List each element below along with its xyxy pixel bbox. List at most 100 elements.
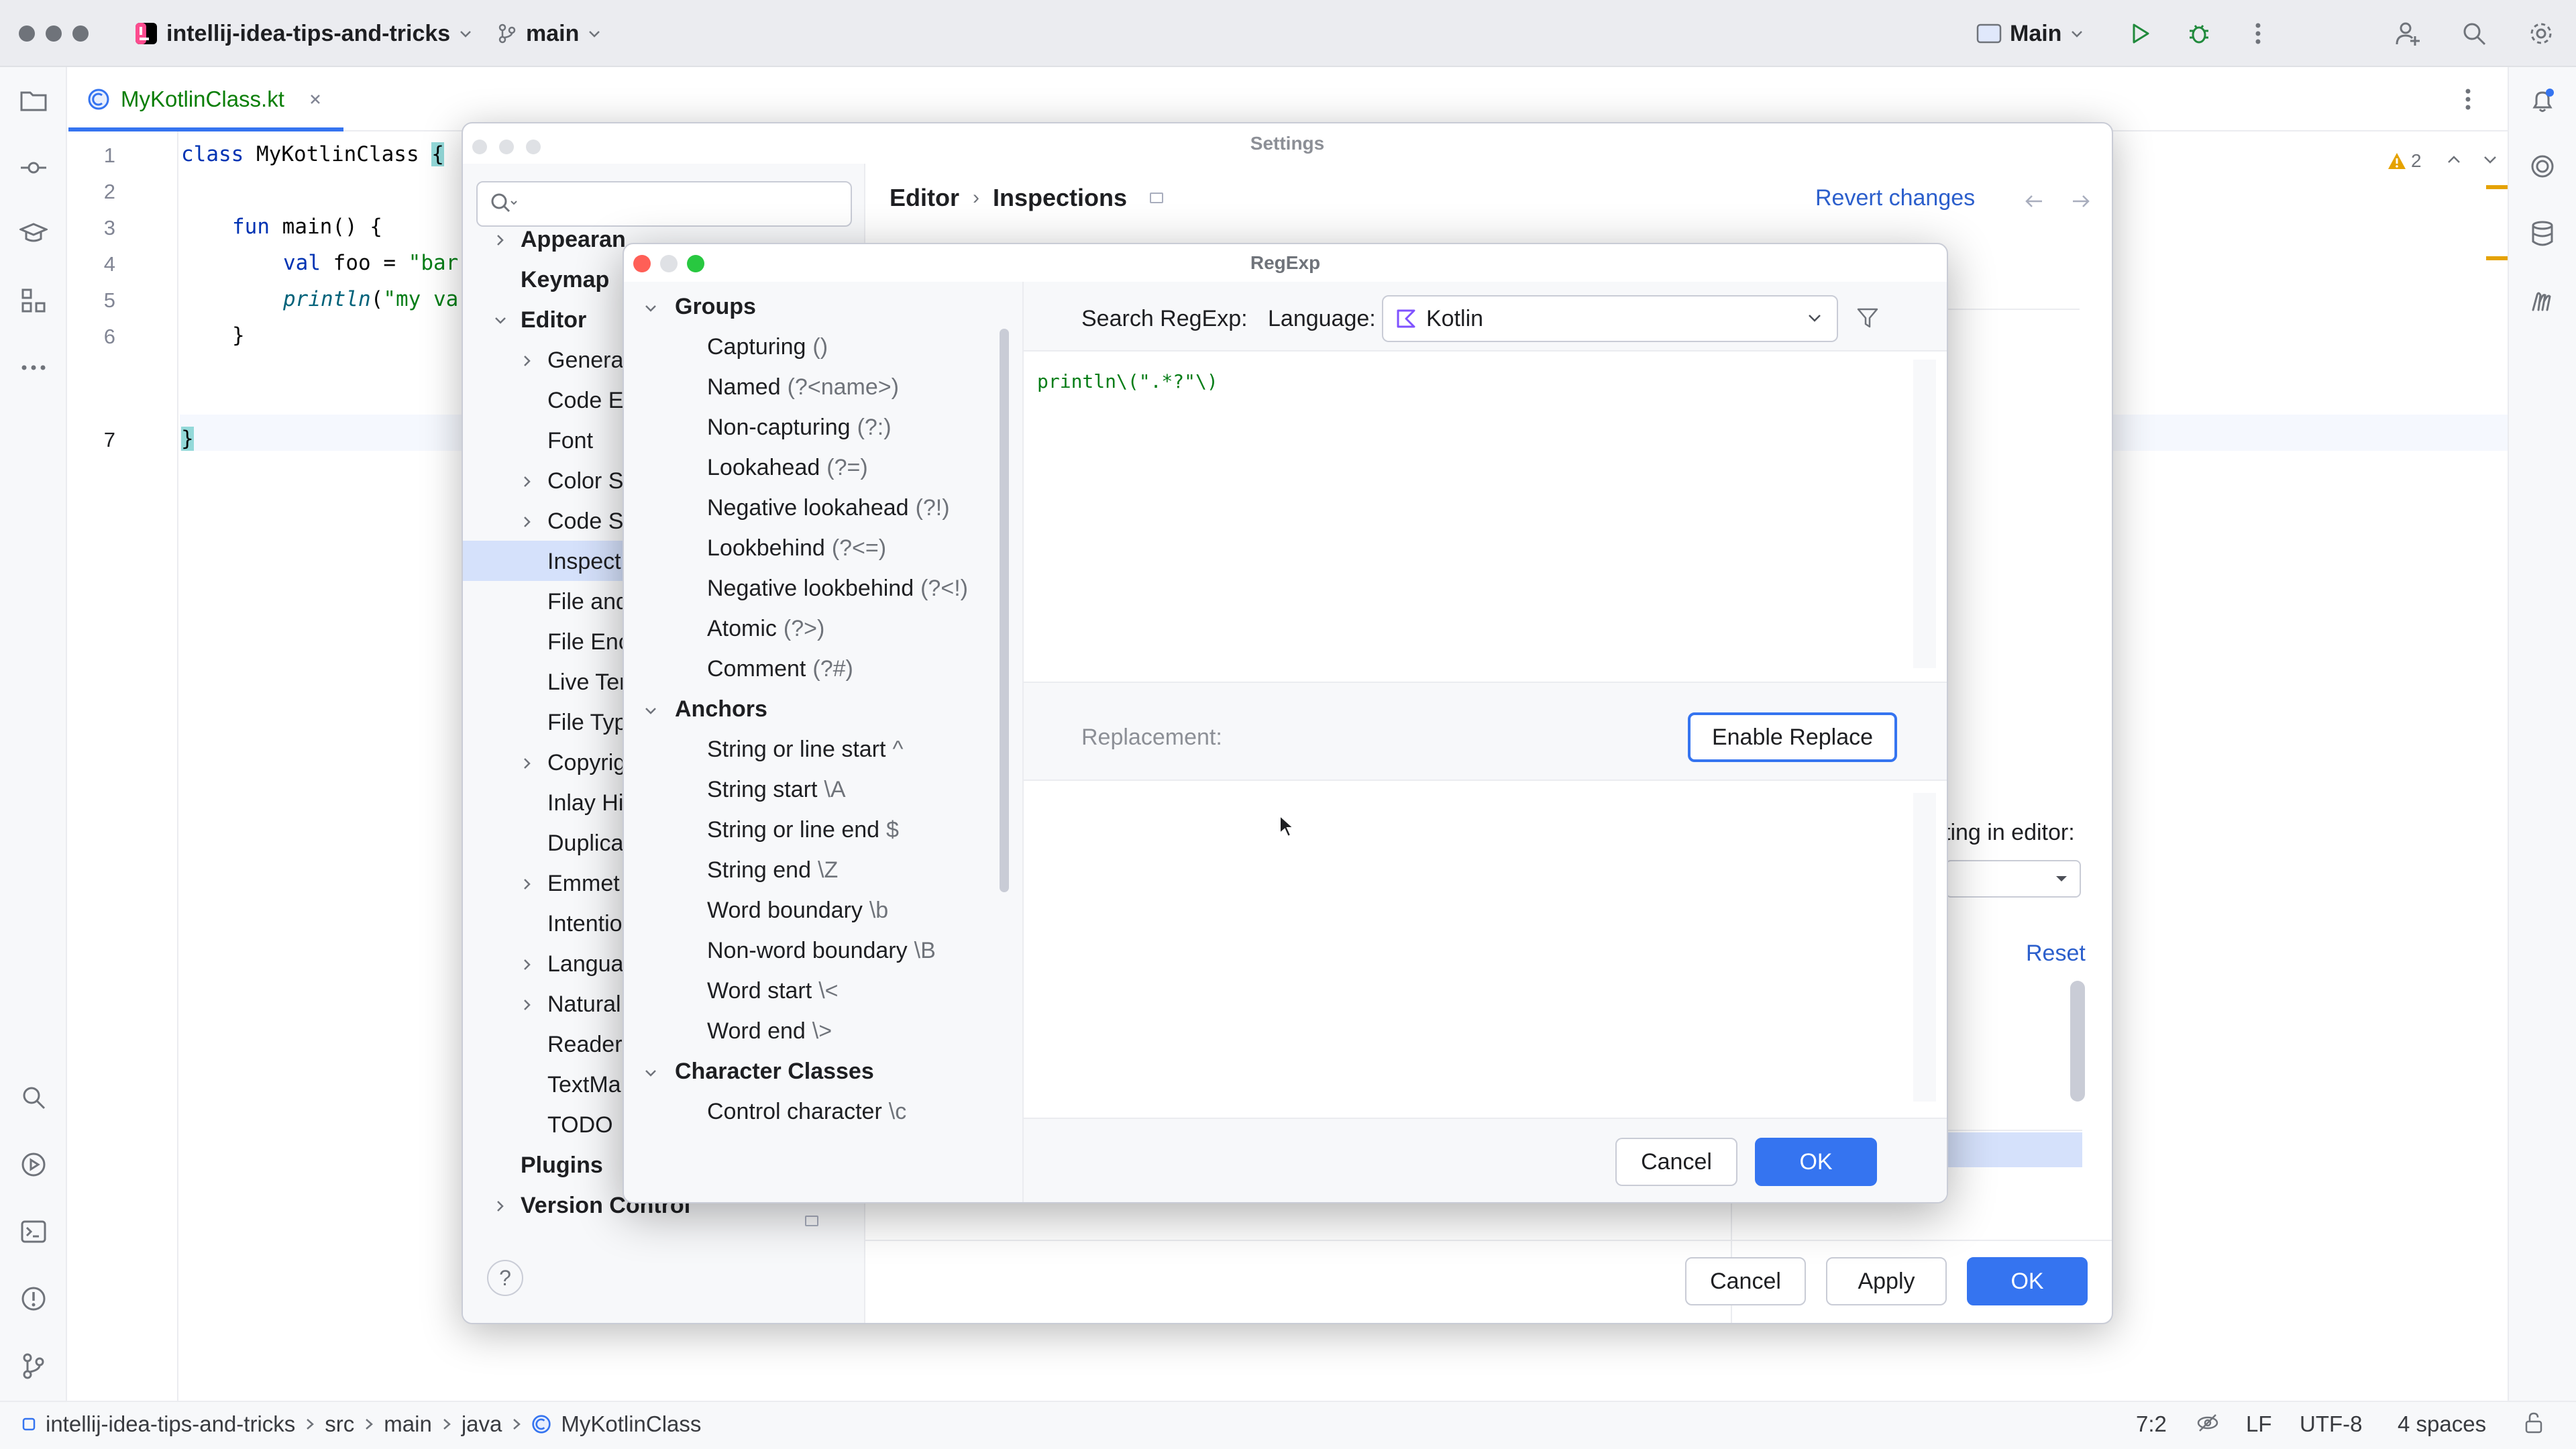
palette-item[interactable]: String or line end $ [707,817,899,843]
highlighting-select[interactable] [1945,860,2081,898]
settings-tree-item[interactable]: Copyrig [547,750,626,776]
find-icon[interactable] [17,1081,50,1114]
settings-tree-item[interactable]: Inlay Hi [547,790,623,816]
settings-search-input[interactable] [476,181,852,227]
close-tab-icon[interactable] [309,93,322,106]
breadcrumb-java[interactable]: java [462,1411,502,1437]
palette-group[interactable]: Groups [675,294,756,320]
reset-link[interactable]: Reset [2026,941,2086,967]
settings-tree-item[interactable]: File and [547,589,629,615]
add-user-icon[interactable] [2392,17,2424,50]
settings-tree-item[interactable]: Natural [547,991,621,1018]
palette-scrollbar[interactable] [1000,329,1009,892]
chevron-right-icon[interactable] [494,233,507,247]
settings-tree-item[interactable]: Reader [547,1032,623,1058]
read-only-toggle-icon[interactable] [2196,1411,2219,1434]
palette-item[interactable]: String end \Z [707,857,838,883]
palette-item[interactable]: Word boundary \b [707,898,888,924]
palette-item[interactable]: Non-word boundary \B [707,938,936,964]
chevron-right-icon[interactable] [521,515,534,529]
palette-item[interactable]: Named (?<name>) [707,374,899,400]
breadcrumb-main[interactable]: main [384,1411,432,1437]
lock-icon[interactable] [2524,1411,2544,1434]
palette-item[interactable]: String or line start ^ [707,737,903,763]
settings-tree-item[interactable]: File Typ [547,710,627,736]
warning-stripe-marker[interactable] [2486,256,2508,260]
scrollbar-thumb[interactable] [2070,981,2085,1102]
previous-highlight-icon[interactable] [2446,153,2462,166]
settings-tree-item[interactable]: TODO [547,1112,613,1138]
settings-apply-button[interactable]: Apply [1826,1257,1947,1305]
code-line-5[interactable]: println("my va [283,287,458,311]
zoom-window-button[interactable] [72,25,89,42]
regexp-pattern-editor[interactable]: println\(".*?"\) [1024,353,1947,682]
palette-item[interactable]: Control character \c [707,1099,906,1125]
maven-icon[interactable] [2526,284,2559,317]
search-icon[interactable] [2458,17,2490,50]
chevron-down-icon[interactable] [644,302,657,315]
settings-tree-item[interactable]: Langua [547,951,623,977]
code-line-1[interactable]: class MyKotlinClass { [181,142,444,166]
regexp-ok-button[interactable]: OK [1755,1138,1877,1186]
chevron-right-icon[interactable] [521,475,534,488]
chevron-right-icon[interactable] [521,757,534,770]
gear-icon[interactable] [2525,17,2557,50]
chevron-right-icon[interactable] [494,1199,507,1213]
chevron-down-icon[interactable] [644,1067,657,1080]
settings-ok-button[interactable]: OK [1967,1257,2088,1305]
settings-tree-item[interactable]: Intentio [547,911,623,937]
settings-tree-item[interactable]: Keymap [521,267,609,293]
learn-icon[interactable] [17,217,50,250]
settings-tree-item[interactable]: Code St [547,508,630,535]
structure-icon[interactable] [17,284,50,317]
tab-options-icon[interactable] [2465,87,2471,111]
chevron-right-icon[interactable] [521,998,534,1012]
indent-settings[interactable]: 4 spaces [2398,1411,2486,1437]
commit-icon[interactable] [17,152,50,184]
services-icon[interactable] [17,1148,50,1181]
palette-item[interactable]: Comment (?#) [707,656,853,682]
help-button[interactable]: ? [487,1260,523,1296]
code-line-7[interactable]: } [181,427,194,451]
settings-tree-item[interactable]: Duplica [547,830,623,857]
breadcrumb-class[interactable]: MyKotlinClass [561,1411,701,1437]
replacement-scroll-track[interactable] [1913,793,1936,1102]
line-separator[interactable]: LF [2246,1411,2272,1437]
settings-tree-item[interactable]: Editor [521,307,586,333]
close-window-button[interactable] [19,25,35,42]
more-actions-icon[interactable] [2242,17,2274,50]
revert-changes-link[interactable]: Revert changes [1815,185,1975,211]
run-icon[interactable] [2124,17,2156,50]
settings-tree-item[interactable]: Live Ter [547,669,627,696]
chevron-down-icon[interactable] [494,314,507,327]
settings-tree-item[interactable]: Font [547,428,593,454]
pattern-scroll-track[interactable] [1913,360,1936,668]
forward-arrow-icon[interactable] [2070,193,2092,209]
settings-tree-item[interactable]: File Enc [547,629,630,655]
problems-icon[interactable] [17,1283,50,1315]
next-highlight-icon[interactable] [2482,153,2498,166]
settings-tree-item[interactable]: Inspect [547,549,621,575]
inspection-widget[interactable]: 2 [2387,150,2422,172]
palette-item[interactable]: Lookahead (?=) [707,455,868,481]
file-encoding[interactable]: UTF-8 [2300,1411,2363,1437]
settings-tree-item[interactable]: General [547,347,629,374]
regexp-cancel-button[interactable]: Cancel [1615,1138,1737,1186]
settings-tree-item[interactable]: Plugins [521,1152,603,1179]
terminal-icon[interactable] [17,1216,50,1248]
code-line-6[interactable]: } [232,323,245,347]
notifications-icon[interactable] [2526,85,2559,117]
breadcrumb-src[interactable]: src [325,1411,354,1437]
language-select[interactable]: Kotlin [1382,295,1838,342]
chevron-right-icon[interactable] [521,958,534,971]
palette-item[interactable]: Atomic (?>) [707,616,824,642]
filter-icon[interactable] [1856,306,1880,330]
code-line-4[interactable]: val foo = "bar [283,251,458,275]
palette-item[interactable]: String start \A [707,777,846,803]
caret-position[interactable]: 7:2 [2136,1411,2167,1437]
palette-item[interactable]: Capturing() [707,334,828,360]
folder-icon[interactable] [17,85,50,117]
settings-tree-item[interactable]: Code Ec [547,388,635,414]
palette-item[interactable]: Negative lookahead (?!) [707,495,950,521]
chevron-right-icon[interactable] [521,877,534,891]
